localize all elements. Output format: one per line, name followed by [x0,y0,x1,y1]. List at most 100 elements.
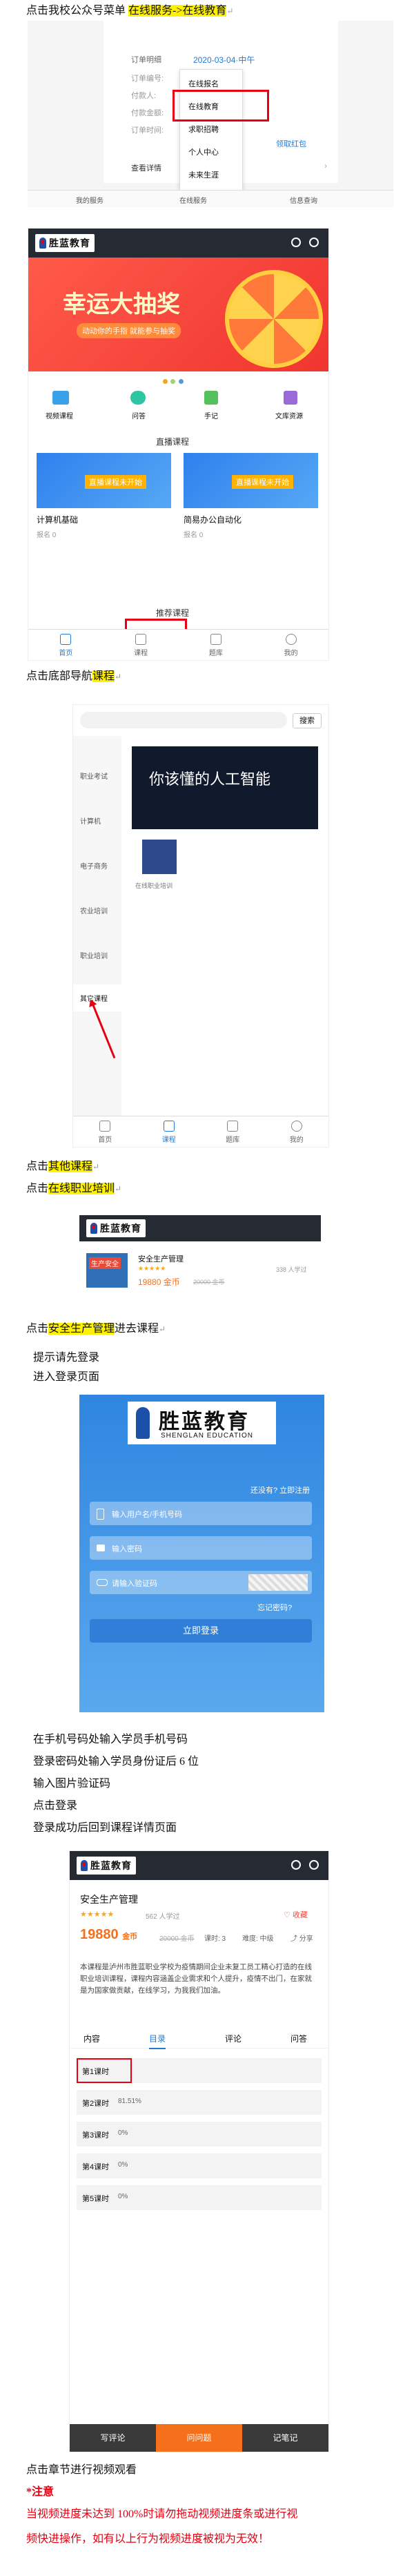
side-other[interactable]: 其它课程 [73,985,121,1011]
brand-logo: 胜蓝教育 [35,234,95,252]
nav-course[interactable]: 课程 [137,1116,201,1147]
step-7-line-4: 点击登录 [33,1800,78,1812]
menu-item-profile[interactable]: 个人中心 [188,146,219,157]
register-link[interactable]: 还没有? 立即注册 [250,1484,310,1495]
lesson-row[interactable]: 第5课时 0% [77,2185,322,2210]
take-note-button[interactable]: 记笔记 [242,2424,328,2452]
lesson-name: 第5课时 [82,2195,110,2203]
step-7-line-3: 输入图片验证码 [33,1778,111,1790]
search-icon[interactable] [291,238,301,247]
side-agriculture[interactable]: 农业培训 [80,905,108,916]
app-header: 胜蓝教育 [79,1215,321,1241]
menu-item-jobs[interactable]: 求职招聘 [188,124,219,135]
paragraph-mark: ↵ [226,6,234,16]
qa-icon[interactable] [130,391,146,405]
lesson-row[interactable]: 第3课时 0% [77,2122,322,2147]
step-6-line-1: 提示请先登录 [33,1352,100,1364]
nav-mine-label: 我的 [289,1136,304,1144]
category-qa[interactable]: 问答 [132,410,146,420]
tab-qa[interactable]: 问答 [290,2033,307,2044]
side-exam[interactable]: 职业考试 [80,771,108,781]
nav-question-bank[interactable]: 题库 [201,1116,265,1147]
cta-link[interactable]: 领取红包 [276,138,306,149]
category-video[interactable]: 视频课程 [46,410,73,420]
ask-question-button[interactable]: 问问题 [156,2424,242,2452]
nav-mine[interactable]: 我的 [253,630,328,660]
tab-my-service[interactable]: 我的服务 [76,195,104,205]
search-bar[interactable] [80,712,287,728]
nav-course[interactable]: 课程 [104,630,179,660]
course-card-2[interactable]: 直播课程未开始 简易办公自动化 报名 0 [184,453,318,546]
library-icon[interactable] [284,391,297,405]
tab-info-query[interactable]: 信息查询 [290,195,317,205]
nav-course-label: 课程 [134,650,148,657]
course-description: 本课程是泸州市胜蓝职业学校为疫情期间企业未复工员工精心打造的在线职业培训课程，课… [80,1963,312,1995]
collect-button[interactable]: ♡ 收藏 [284,1909,308,1920]
lesson-row[interactable]: 第2课时 81.51% [77,2090,322,2115]
side-computer[interactable]: 计算机 [80,815,101,826]
side-ecommerce[interactable]: 电子商务 [80,860,108,871]
password-placeholder: 输入密码 [112,1545,142,1553]
nav-mine[interactable]: 我的 [265,1116,329,1147]
search-button[interactable]: 搜索 [293,713,322,728]
detail-learners: 562 人学过 [146,1913,180,1921]
tab-catalog[interactable]: 目录 [149,2033,166,2049]
bottom-nav: 首页 课程 题库 我的 [73,1116,328,1147]
ai-banner[interactable]: 你该懂的人工智能 [132,746,318,829]
check-details-link[interactable]: 查看详情 [131,162,161,173]
tab-online-service[interactable]: 在线服务 [179,195,207,205]
course-title[interactable]: 安全生产管理 [138,1253,184,1264]
nav-question-bank[interactable]: 题库 [179,630,254,660]
logo-text-en: SHENGLAN EDUCATION [161,1432,253,1440]
step-2-highlight: 课程 [92,670,115,682]
captcha-input[interactable]: 请输入验证码 [90,1571,312,1594]
recommend-section-title: 推荐课程 [156,608,190,618]
pencil-icon [227,1121,239,1132]
app-header: 胜蓝教育 [28,229,328,258]
step-1-prefix: 点击我校公众号菜单 [26,5,126,17]
phone-input[interactable]: 输入用户名/手机号码 [90,1502,312,1525]
course-learners: 338 人学过 [276,1266,307,1273]
highlight-box-education [173,90,269,122]
note-icon[interactable] [204,391,218,405]
captcha-image[interactable] [248,1574,308,1591]
user-icon[interactable] [309,1860,319,1870]
course-cover-1: 直播课程未开始 [37,453,171,508]
step-7-line-1: 在手机号码处输入学员手机号码 [33,1734,188,1745]
live-section-title: 直播课程 [156,437,190,447]
online-training-item[interactable]: 在线职业培训 [135,840,190,902]
course-name-1: 计算机基础 [37,515,79,525]
share-button[interactable]: ⤴ 分享 [290,1933,313,1943]
nav-home[interactable]: 首页 [28,630,104,660]
course-stat-1: 报名 0 [37,532,57,539]
category-note[interactable]: 手记 [204,410,218,420]
order-row-3: 付款金额: [131,109,164,117]
order-row-1: 订单编号: [131,75,164,83]
lesson-row[interactable]: 第4课时 0% [77,2153,322,2178]
category-library[interactable]: 文库资源 [275,410,303,420]
password-input[interactable]: 输入密码 [90,1536,312,1560]
lottery-banner[interactable]: 幸运大抽奖 动动你的手指 就能参与抽奖 [28,258,328,371]
login-button[interactable]: 立即登录 [90,1619,312,1643]
app-header: 胜蓝教育 [70,1851,328,1880]
nav-home[interactable]: 首页 [73,1116,137,1147]
step-2-text: 点击底部导航课程↵ [26,670,121,684]
menu-item-enroll[interactable]: 在线报名 [188,78,219,89]
user-icon[interactable] [309,238,319,247]
ai-banner-title: 你该懂的人工智能 [149,771,271,788]
paragraph-mark: ↵ [92,1162,100,1172]
video-course-icon[interactable] [52,391,69,405]
highlight-box-lesson [77,2058,132,2083]
forgot-password-link[interactable]: 忘记密码? [257,1602,292,1613]
nav-course-label: 课程 [161,1136,176,1144]
tab-content[interactable]: 内容 [83,2033,100,2044]
course-card-1[interactable]: 直播课程未开始 计算机基础 报名 0 [37,453,171,546]
menu-item-career[interactable]: 未来生涯 [188,169,219,180]
training-label: 在线职业培训 [135,882,173,889]
step-5-prefix: 点击 [26,1323,49,1335]
write-comment-button[interactable]: 写评论 [70,2424,156,2452]
side-vocational[interactable]: 职业培训 [80,950,108,960]
search-icon[interactable] [291,1860,301,1870]
training-thumb [142,840,177,874]
tab-comments[interactable]: 评论 [225,2033,242,2044]
